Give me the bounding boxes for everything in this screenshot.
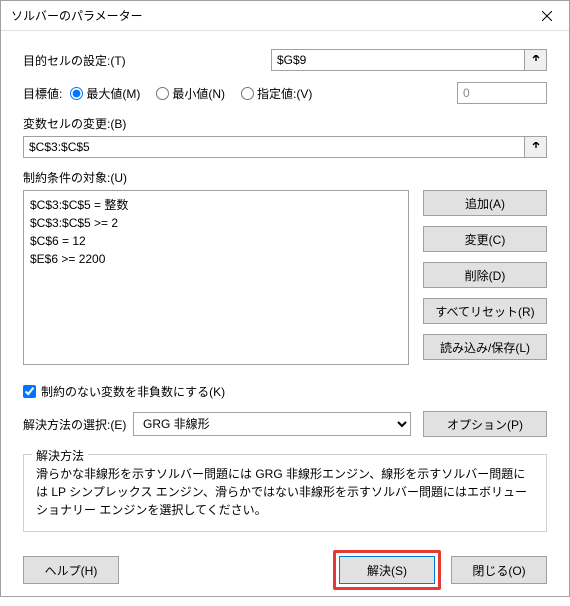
solve-button[interactable]: 解決(S) [339,556,435,584]
max-radio-input[interactable] [70,87,83,100]
close-icon[interactable] [524,1,569,31]
constraints-list[interactable] [23,190,409,365]
nonneg-checkbox[interactable]: 制約のない変数を非負数にする(K) [23,383,547,400]
to-label: 目標値: [23,85,62,102]
options-button[interactable]: オプション(P) [423,411,547,437]
window-title: ソルバーのパラメーター [11,7,143,24]
delete-button[interactable]: 削除(D) [423,262,547,288]
range-picker-icon[interactable] [525,49,547,71]
max-radio-label: 最大値(M) [86,85,140,102]
nonneg-label: 制約のない変数を非負数にする(K) [41,383,225,400]
valueof-radio[interactable]: 指定値:(V) [241,85,312,102]
min-radio[interactable]: 最小値(N) [156,85,225,102]
reset-all-button[interactable]: すべてリセット(R) [423,298,547,324]
add-button[interactable]: 追加(A) [423,190,547,216]
objective-label: 目的セルの設定:(T) [23,52,263,69]
objective-direction-group: 最大値(M) 最小値(N) 指定値:(V) [70,85,322,102]
max-radio[interactable]: 最大値(M) [70,85,140,102]
help-button[interactable]: ヘルプ(H) [23,556,119,584]
variables-label: 変数セルの変更:(B) [23,115,547,132]
method-select[interactable]: GRG 非線形 [133,412,411,436]
load-save-button[interactable]: 読み込み/保存(L) [423,334,547,360]
valueof-radio-input[interactable] [241,87,254,100]
titlebar: ソルバーのパラメーター [1,1,569,31]
min-radio-label: 最小値(N) [172,85,225,102]
solve-button-highlight: 解決(S) [333,550,441,590]
method-description-group: 解決方法 滑らかな非線形を示すソルバー問題には GRG 非線形エンジン、線形を示… [23,454,547,532]
dialog-footer: ヘルプ(H) 解決(S) 閉じる(O) [1,542,569,606]
solver-parameters-dialog: ソルバーのパラメーター 目的セルの設定:(T) 目標値: 最大値(M) [0,0,570,597]
valueof-radio-label: 指定値:(V) [257,85,312,102]
change-button[interactable]: 変更(C) [423,226,547,252]
range-picker-icon[interactable] [525,136,547,158]
constraints-label: 制約条件の対象:(U) [23,169,547,186]
variables-input[interactable] [23,136,525,158]
method-label: 解決方法の選択:(E) [23,416,121,433]
method-group-title: 解決方法 [32,447,88,464]
valueof-input [457,82,547,104]
close-button[interactable]: 閉じる(O) [451,556,547,584]
objective-input[interactable] [271,49,525,71]
method-description: 滑らかな非線形を示すソルバー問題には GRG 非線形エンジン、線形を示すソルバー… [36,465,534,519]
min-radio-input[interactable] [156,87,169,100]
nonneg-checkbox-input[interactable] [23,385,36,398]
